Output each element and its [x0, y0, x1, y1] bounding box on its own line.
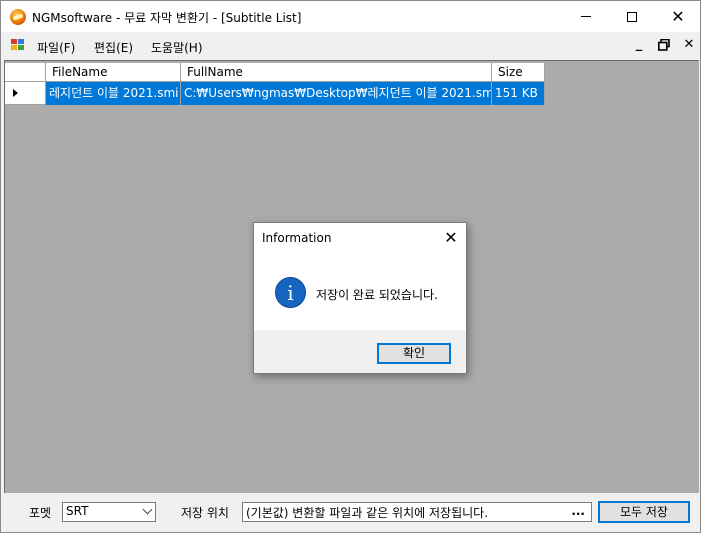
- save-location-field[interactable]: (기본값) 변환할 파일과 같은 위치에 저장됩니다. ...: [242, 502, 592, 522]
- maximize-button[interactable]: [609, 1, 655, 32]
- minimize-button[interactable]: [563, 1, 609, 32]
- mdi-minimize-button[interactable]: _: [632, 37, 646, 53]
- app-logo-icon: [10, 9, 26, 25]
- menu-help[interactable]: 도움말(H): [151, 39, 203, 56]
- bottom-toolbar: 포멧 SRT 저장 위치 (기본값) 변환할 파일과 같은 위치에 저장됩니다.…: [1, 493, 700, 532]
- cell-fullname[interactable]: C:₩Users₩ngmas₩Desktop₩레지던트 이블 2021.smi: [181, 82, 492, 105]
- dialog-footer: 확인: [254, 330, 466, 373]
- dialog-message: 저장이 완료 되었습니다.: [316, 288, 438, 302]
- title-bar[interactable]: NGMsoftware - 무료 자막 변환기 - [Subtitle List…: [1, 1, 700, 32]
- info-icon: i: [275, 277, 306, 308]
- column-header-size[interactable]: Size: [492, 63, 545, 82]
- cell-size[interactable]: 151 KB: [492, 82, 545, 105]
- grid-corner-header: [5, 63, 46, 82]
- information-dialog: Information ✕ i 저장이 완료 되었습니다. 확인: [253, 222, 467, 374]
- row-header[interactable]: [5, 82, 46, 105]
- minimize-icon: [581, 16, 591, 17]
- app-window: NGMsoftware - 무료 자막 변환기 - [Subtitle List…: [0, 0, 701, 533]
- column-header-fullname[interactable]: FullName: [181, 63, 492, 82]
- chevron-down-icon: [142, 504, 153, 515]
- format-select[interactable]: SRT: [62, 502, 156, 522]
- menu-edit[interactable]: 편집(E): [94, 39, 133, 56]
- table-row[interactable]: 레지던트 이블 2021.smi C:₩Users₩ngmas₩Desktop₩…: [5, 82, 545, 105]
- grid-header: FileName FullName Size: [5, 63, 545, 82]
- mdi-restore-button[interactable]: [657, 37, 671, 53]
- browse-button[interactable]: ...: [571, 504, 585, 518]
- menu-bar: 파일(F) 편집(E) 도움말(H) _ ✕: [1, 32, 700, 60]
- column-header-filename[interactable]: FileName: [46, 63, 181, 82]
- restore-icon: [658, 38, 670, 51]
- close-icon: ✕: [671, 6, 685, 26]
- format-label: 포멧: [29, 506, 52, 520]
- format-select-value: SRT: [66, 504, 89, 518]
- save-location-label: 저장 위치: [181, 506, 229, 520]
- window-title: NGMsoftware - 무료 자막 변환기 - [Subtitle List…: [32, 11, 302, 25]
- ok-button[interactable]: 확인: [377, 343, 451, 364]
- subtitle-grid[interactable]: FileName FullName Size 레지던트 이블 2021.smi …: [5, 63, 545, 105]
- close-button[interactable]: ✕: [655, 1, 701, 32]
- mdi-child-icon[interactable]: [11, 39, 25, 52]
- save-all-button[interactable]: 모두 저장: [598, 501, 690, 523]
- save-location-value: (기본값) 변환할 파일과 같은 위치에 저장됩니다.: [246, 506, 489, 520]
- maximize-icon: [627, 11, 637, 22]
- dialog-title: Information: [262, 231, 332, 245]
- menu-file[interactable]: 파일(F): [37, 39, 75, 56]
- cell-filename[interactable]: 레지던트 이블 2021.smi: [46, 82, 181, 105]
- close-icon: ✕: [444, 228, 458, 247]
- mdi-close-button[interactable]: ✕: [682, 37, 696, 53]
- dialog-close-button[interactable]: ✕: [440, 227, 462, 249]
- current-row-arrow-icon: [13, 89, 18, 97]
